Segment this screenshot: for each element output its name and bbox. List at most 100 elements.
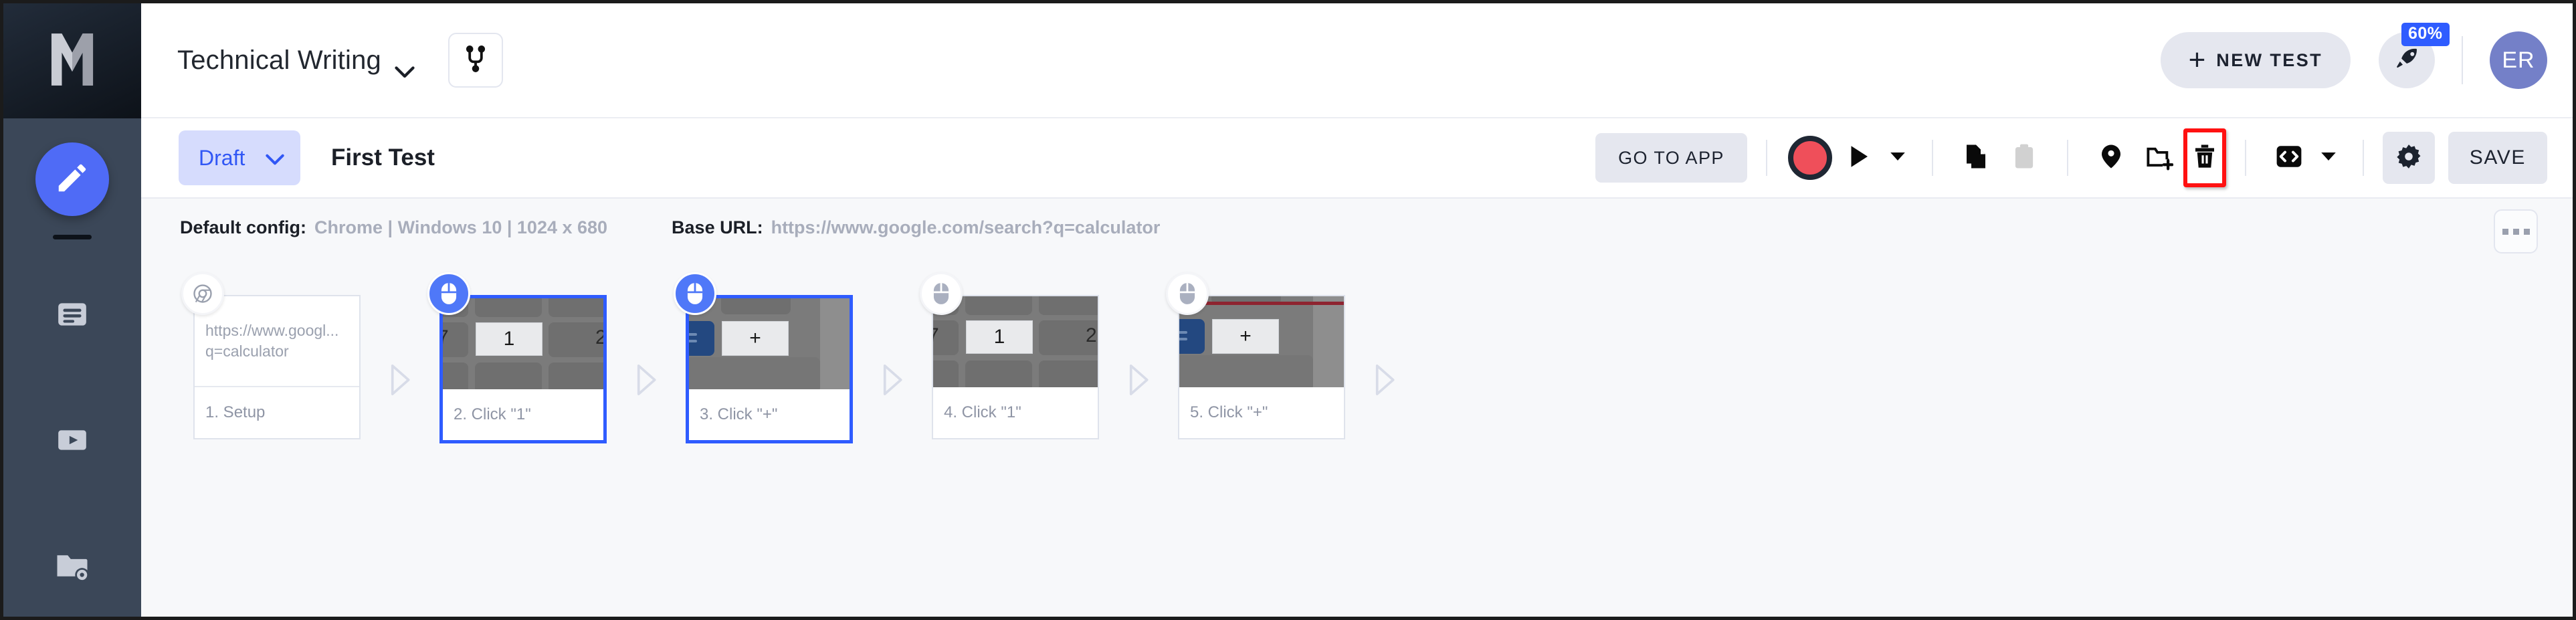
- header-actions: + NEW TEST 60% ER: [2160, 23, 2547, 89]
- gear-icon: [2395, 142, 2423, 174]
- app-window: Technical Writing + NEW TEST 60% ER Draf…: [0, 0, 2576, 620]
- header-divider: [2462, 36, 2463, 84]
- chevron-right-outline-icon: [1127, 364, 1150, 399]
- run-options-button[interactable]: [1882, 134, 1913, 182]
- calculator-mock: 7 2 1: [933, 296, 1098, 387]
- step-arrow: [361, 295, 439, 468]
- code-options-button[interactable]: [2313, 134, 2344, 182]
- folder-plus-icon: [2145, 142, 2174, 174]
- project-selector[interactable]: Technical Writing: [177, 45, 415, 78]
- git-branch-icon: [464, 44, 488, 77]
- calculator-mock: +: [689, 298, 850, 389]
- record-button[interactable]: [1786, 134, 1834, 182]
- run-button[interactable]: [1834, 134, 1882, 182]
- delete-button[interactable]: [2183, 128, 2226, 187]
- step-thumbnail-calc: 7 2 1: [443, 298, 603, 389]
- settings-button[interactable]: [2382, 132, 2435, 184]
- avatar[interactable]: ER: [2490, 31, 2547, 89]
- step-thumbnail-calc: +: [689, 298, 850, 389]
- chrome-icon: [181, 272, 224, 315]
- step-card-3[interactable]: + 3. Click "+": [674, 272, 853, 443]
- code-brackets-icon: [2275, 142, 2303, 174]
- setup-url-line-2: q=calculator: [205, 342, 289, 360]
- play-icon: [1844, 142, 1872, 174]
- branch-button[interactable]: [448, 33, 504, 88]
- step-card-4[interactable]: 7 2 1 4. Click "1": [920, 272, 1099, 439]
- trash-icon: [2191, 142, 2219, 174]
- step-label: 4. Click "1": [933, 387, 1098, 438]
- new-folder-button[interactable]: [2135, 134, 2183, 182]
- toolbar-divider: [2066, 140, 2068, 176]
- step-label: 5. Click "+": [1179, 387, 1344, 438]
- pencil-icon: [54, 160, 90, 199]
- step-body: 7 2 1 4. Click "1": [932, 295, 1099, 439]
- step-body: 7 2 1 2. Click "1": [439, 295, 607, 443]
- toolbar-divider: [1931, 140, 1933, 176]
- toolbar-divider: [1765, 140, 1767, 176]
- calc-highlight-key: +: [722, 321, 789, 356]
- record-circle-icon: [1787, 136, 1832, 180]
- step-arrow: [1345, 295, 1424, 468]
- sidebar-items: [3, 118, 141, 617]
- paste-button[interactable]: [2000, 134, 2048, 182]
- sidebar-item-test-cases[interactable]: [37, 281, 107, 350]
- step-thumbnail-calc: 7 2 1: [933, 296, 1098, 387]
- copy-button[interactable]: [1952, 134, 2000, 182]
- step-thumbnail-url: https://www.googl... q=calculator: [195, 296, 359, 387]
- new-test-button[interactable]: + NEW TEST: [2160, 32, 2351, 88]
- plus-icon: +: [2188, 43, 2206, 76]
- chevron-right-outline-icon: [1373, 364, 1396, 399]
- step-card-2[interactable]: 7 2 1 2. Click "1": [427, 272, 607, 443]
- calc-highlight-key: 1: [476, 322, 542, 356]
- chevron-down-icon: [266, 146, 284, 171]
- code-button[interactable]: [2265, 134, 2313, 182]
- toolbar-divider: [2244, 140, 2246, 176]
- steps-strip: https://www.googl... q=calculator 1. Set…: [141, 256, 2573, 617]
- step-arrow: [1099, 295, 1178, 468]
- calc-ghost-digit: 7: [443, 326, 449, 349]
- toolbar-divider: [2362, 140, 2364, 176]
- sidebar-item-editor[interactable]: [35, 142, 109, 216]
- chevron-right-outline-icon: [389, 364, 411, 399]
- go-to-app-button[interactable]: GO TO APP: [1595, 133, 1747, 183]
- sidebar-item-settings-folder[interactable]: [37, 532, 107, 602]
- step-label: 1. Setup: [195, 387, 359, 438]
- calc-blue-key: [1179, 319, 1205, 354]
- caret-down-icon: [1890, 151, 1906, 165]
- new-test-label: NEW TEST: [2216, 49, 2322, 70]
- test-toolbar: Draft First Test GO TO APP SAVE: [141, 118, 2573, 199]
- chevron-right-outline-icon: [881, 364, 904, 399]
- base-url-label: Base URL:: [672, 217, 763, 237]
- calc-highlight-key: +: [1212, 319, 1279, 354]
- caret-down-icon: [2320, 151, 2337, 165]
- tag-button[interactable]: [2087, 134, 2135, 182]
- calc-ghost-digit: 7: [933, 324, 939, 347]
- status-dropdown[interactable]: Draft: [179, 130, 300, 185]
- calc-ghost-digit: 2: [595, 326, 603, 349]
- base-url-value: https://www.google.com/search?q=calculat…: [771, 217, 1161, 237]
- play-video-icon: [56, 423, 89, 460]
- mouse-icon: [427, 272, 470, 315]
- step-body: https://www.googl... q=calculator 1. Set…: [193, 295, 361, 439]
- rocket-icon: [2393, 45, 2421, 76]
- calculator-mock: 7 2 1: [443, 298, 603, 389]
- project-name-label: Technical Writing: [177, 45, 382, 75]
- step-thumbnail-calc: +: [1179, 296, 1344, 387]
- chevron-down-icon: [395, 54, 415, 78]
- progress-badge: 60%: [2401, 23, 2450, 46]
- ellipsis-icon: [2502, 228, 2508, 235]
- page-title: First Test: [331, 144, 435, 171]
- step-card-5[interactable]: + 5. Click "+": [1166, 272, 1345, 439]
- chevron-right-outline-icon: [635, 364, 658, 399]
- more-menu-button[interactable]: [2494, 209, 2538, 253]
- rocket-area: 60%: [2379, 23, 2450, 88]
- save-button[interactable]: SAVE: [2448, 132, 2547, 184]
- app-logo[interactable]: [3, 3, 141, 118]
- setup-url-line-1: https://www.googl...: [205, 321, 339, 339]
- default-config-value: Chrome | Windows 10 | 1024 x 680: [314, 217, 608, 237]
- tag-icon: [2097, 142, 2125, 174]
- step-card-1[interactable]: https://www.googl... q=calculator 1. Set…: [181, 272, 361, 439]
- mouse-icon: [674, 272, 716, 315]
- sidebar-item-executions[interactable]: [37, 407, 107, 476]
- step-body: + 5. Click "+": [1178, 295, 1345, 439]
